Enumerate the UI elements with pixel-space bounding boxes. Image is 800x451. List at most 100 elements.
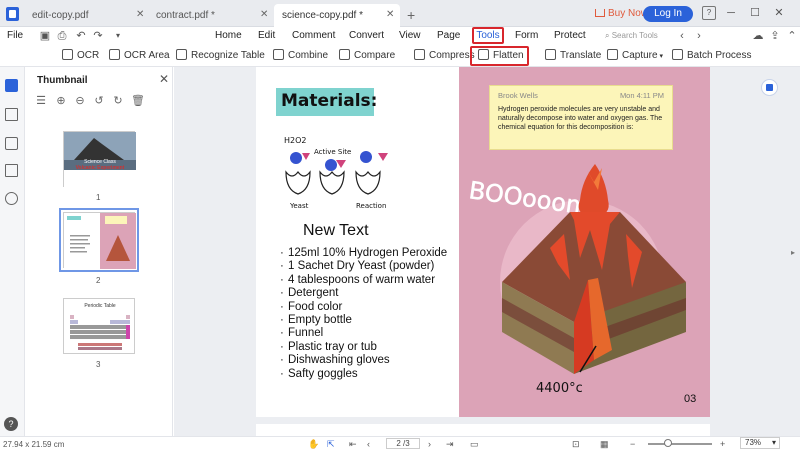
collapse-right-icon[interactable]: ▸ (791, 248, 795, 257)
sticky-note[interactable]: Brook Wells Mon 4:11 PM Hydrogen peroxid… (489, 85, 673, 150)
thumbnail-page-1[interactable]: Science Class Volcanic Experiment (63, 131, 136, 188)
ocr-area-button[interactable]: OCR Area (109, 48, 170, 64)
close-icon[interactable]: ✕ (260, 9, 268, 20)
list-item: Plastic tray or tub (280, 341, 447, 354)
floating-assistant-icon[interactable] (761, 79, 778, 96)
page-dimensions: 27.94 x 21.59 cm (3, 440, 65, 449)
collapse-ribbon-icon[interactable]: ⌃ (786, 30, 798, 42)
zoom-slider-handle[interactable] (664, 439, 672, 447)
maximize-icon[interactable]: ☐ (748, 6, 762, 20)
flatten-button[interactable]: Flatten (478, 48, 524, 64)
zoom-in-icon[interactable]: + (720, 439, 725, 450)
tab-edit-copy[interactable]: edit-copy.pdf ✕ (24, 4, 146, 27)
thumbnail-number: 3 (96, 360, 101, 369)
menu-home[interactable]: Home (215, 30, 242, 41)
bookmark-icon[interactable] (5, 108, 18, 121)
buy-now-link[interactable]: Buy Now (595, 8, 648, 19)
combine-label: Combine (288, 50, 329, 61)
menu-comment[interactable]: Comment (292, 30, 335, 41)
batch-icon (672, 49, 683, 60)
sticky-note-body: Hydrogen peroxide molecules are very uns… (498, 106, 663, 131)
page-number-input[interactable]: 2 /3 (386, 438, 420, 449)
view-mode-icon[interactable]: ▭ (470, 439, 479, 450)
next-page-icon[interactable]: › (428, 439, 431, 450)
close-icon[interactable]: ✕ (159, 72, 169, 86)
delete-icon[interactable]: 🗑 (131, 95, 145, 107)
capture-icon (607, 49, 618, 60)
zoom-level-select[interactable]: 73% ▾ (740, 437, 780, 449)
menu-icon[interactable]: ☰ (35, 95, 47, 107)
left-rail: ? (0, 67, 25, 436)
menu-tools[interactable]: Tools (472, 27, 504, 44)
translate-button[interactable]: Translate (545, 48, 601, 64)
thumbnail-title: Thumbnail (37, 75, 88, 86)
zoom-out-icon[interactable]: ⊖ (74, 95, 86, 107)
prev-icon[interactable]: ‹ (676, 30, 688, 42)
capture-label: Capture (622, 50, 658, 61)
thumbnail-page-2[interactable] (59, 208, 139, 272)
diagram-label-reaction: Reaction (356, 202, 386, 210)
batch-process-button[interactable]: Batch Process (672, 48, 751, 64)
compare-button[interactable]: Compare (339, 48, 395, 64)
redo-icon[interactable]: ↷ (92, 30, 104, 42)
menu-page[interactable]: Page (437, 30, 460, 41)
new-text-label[interactable]: New Text (303, 222, 369, 240)
diagram-label-active-site: Active Site (314, 148, 351, 156)
search-tools-input[interactable]: Search Tools (605, 31, 658, 41)
first-page-icon[interactable]: ⇤ (349, 439, 357, 450)
materials-heading: Materials: (276, 88, 377, 116)
select-tool-icon[interactable]: ⇱ (327, 439, 335, 450)
cloud-icon[interactable]: ☁ (752, 30, 764, 42)
close-icon[interactable]: ✕ (386, 9, 394, 20)
print-icon[interactable]: ⎙ (56, 30, 68, 42)
next-icon[interactable]: › (693, 30, 705, 42)
compress-button[interactable]: Compress (414, 48, 475, 64)
search-icon[interactable] (5, 192, 18, 205)
ocr-button[interactable]: OCR (62, 48, 99, 64)
prev-page-icon[interactable]: ‹ (367, 439, 370, 450)
share-icon[interactable]: ⇪ (769, 30, 781, 42)
rotate-left-icon[interactable]: ↺ (93, 95, 105, 107)
thumbnail-page-3[interactable]: Periodic Table (63, 298, 135, 354)
quick-access-dropdown-icon[interactable]: ▾ (112, 30, 124, 42)
recognize-table-button[interactable]: Recognize Table (176, 48, 265, 64)
hand-tool-icon[interactable]: ✋ (308, 439, 319, 450)
rotate-right-icon[interactable]: ↻ (112, 95, 124, 107)
menu-file[interactable]: File (7, 30, 23, 41)
tab-science-copy[interactable]: science-copy.pdf * ✕ (274, 4, 400, 27)
zoom-value: 73% (745, 438, 762, 447)
combine-button[interactable]: Combine (273, 48, 328, 64)
menu-view[interactable]: View (399, 30, 421, 41)
help-icon[interactable]: ? (4, 417, 18, 431)
capture-button[interactable]: Capture ▾ (607, 48, 663, 64)
minimize-icon[interactable]: ─ (724, 6, 738, 20)
zoom-in-icon[interactable]: ⊕ (55, 95, 67, 107)
undo-icon[interactable]: ↶ (75, 30, 87, 42)
add-tab-icon[interactable]: + (407, 7, 415, 23)
attachment-icon[interactable] (5, 164, 18, 177)
tab-contract[interactable]: contract.pdf * ✕ (148, 4, 272, 27)
ocr-area-label: OCR Area (124, 50, 170, 61)
thumbnail-icon[interactable] (5, 79, 18, 92)
thumbnail-2-image (64, 213, 136, 269)
list-item: Funnel (280, 327, 447, 340)
comment-icon[interactable] (5, 137, 18, 150)
menu-form[interactable]: Form (515, 30, 538, 41)
last-page-icon[interactable]: ⇥ (446, 439, 454, 450)
menu-convert[interactable]: Convert (349, 30, 384, 41)
compress-icon (414, 49, 425, 60)
help-icon[interactable]: ? (702, 6, 716, 20)
fit-page-icon[interactable]: ⊡ (572, 439, 580, 450)
save-icon[interactable]: ▣ (39, 30, 51, 42)
menu-protect[interactable]: Protect (554, 30, 586, 41)
list-item: 4 tablespoons of warm water (280, 274, 447, 287)
close-icon[interactable]: ✕ (136, 9, 144, 20)
close-window-icon[interactable]: ✕ (772, 6, 786, 20)
zoom-slider-track[interactable] (648, 443, 712, 445)
zoom-out-icon[interactable]: − (630, 439, 635, 450)
list-item: Food color (280, 301, 447, 314)
batch-process-label: Batch Process (687, 50, 752, 61)
page-layout-icon[interactable]: ▦ (600, 439, 609, 450)
menu-edit[interactable]: Edit (258, 30, 275, 41)
login-button[interactable]: Log In (643, 6, 693, 22)
